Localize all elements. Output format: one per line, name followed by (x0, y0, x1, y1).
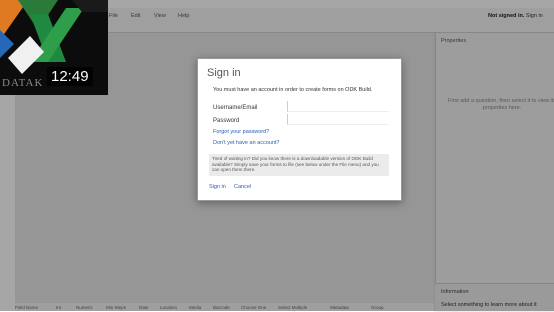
create-account-link[interactable]: Don't yet have an account? (213, 140, 279, 146)
offline-tip-text: Tired of waiting in? Did you know there … (212, 156, 379, 173)
dialog-description: You must have an account in order to cre… (213, 87, 373, 93)
video-thumbnail[interactable]: DATAK 12:49 (0, 0, 108, 95)
cancel-button[interactable]: Cancel (234, 184, 251, 190)
video-duration-badge: 12:49 (47, 67, 93, 86)
sign-in-button[interactable]: Sign in (209, 184, 226, 190)
channel-logo-text: DATAK (2, 77, 44, 89)
password-input[interactable] (287, 114, 389, 125)
forgot-password-link[interactable]: Forgot your password? (213, 129, 269, 135)
password-label: Password (213, 118, 240, 124)
username-label: Username/Email (213, 105, 258, 111)
username-input[interactable] (287, 101, 389, 112)
dialog-title: Sign in (207, 67, 241, 79)
